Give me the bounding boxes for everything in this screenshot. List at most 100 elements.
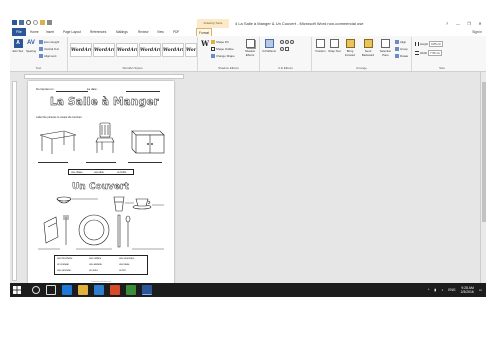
tab-page-layout[interactable]: Page Layout bbox=[63, 28, 81, 36]
position-button[interactable]: Position bbox=[314, 39, 327, 53]
undo-icon[interactable] bbox=[26, 20, 31, 25]
bring-forward-button[interactable]: Bring Forward bbox=[342, 39, 358, 57]
width-field[interactable]: Width 7.56 cm bbox=[415, 50, 443, 56]
height-value[interactable]: 0.85 cm bbox=[429, 41, 444, 47]
spacing-button[interactable]: AV Spacing bbox=[25, 39, 37, 53]
sign-in-link[interactable]: Sign in bbox=[472, 28, 482, 36]
document-area[interactable]: Nom/prénom : La date : La Salle à Manger… bbox=[10, 72, 486, 286]
redo-icon[interactable] bbox=[33, 20, 38, 25]
tilt-left-icon bbox=[290, 40, 294, 44]
minimize-button[interactable]: — bbox=[454, 19, 462, 28]
word-window: Drawing Tools 4 La Salle à Manger & Un C… bbox=[10, 19, 486, 296]
alignment-button[interactable]: Alignment bbox=[39, 54, 56, 58]
toggle-3d-icon bbox=[285, 47, 289, 51]
width-value[interactable]: 7.56 cm bbox=[428, 50, 443, 56]
send-backward-icon bbox=[363, 39, 373, 48]
selection-pane-button[interactable]: Selection Pane bbox=[378, 39, 393, 57]
shape-fill-button[interactable]: Shape Fill bbox=[211, 40, 228, 44]
windows-start-icon[interactable] bbox=[13, 286, 21, 294]
vertical-text-label: Vertical Text bbox=[44, 47, 60, 51]
open-icon[interactable] bbox=[40, 20, 45, 25]
tab-home[interactable]: Home bbox=[30, 28, 39, 36]
3d-group-label: 3-D Effects bbox=[278, 66, 293, 70]
tab-view[interactable]: View bbox=[157, 28, 164, 36]
group-button[interactable]: Group bbox=[395, 47, 408, 51]
help-button[interactable]: ? bbox=[443, 19, 451, 28]
scrollbar-thumb[interactable] bbox=[482, 82, 486, 222]
tilt-buttons[interactable] bbox=[280, 40, 294, 44]
tab-pdf[interactable]: PDF bbox=[173, 28, 179, 36]
tab-review[interactable]: Review bbox=[138, 28, 148, 36]
tab-mailings[interactable]: Mailings bbox=[116, 28, 128, 36]
sideboard-drawing bbox=[131, 130, 165, 154]
wordart-style-5[interactable]: WordArt bbox=[162, 43, 184, 57]
volume-icon[interactable]: ◖ bbox=[441, 283, 443, 297]
clock-date: 2/3/2016 bbox=[460, 290, 474, 294]
edge-browser-icon[interactable] bbox=[62, 285, 72, 295]
task-view-icon[interactable] bbox=[46, 285, 56, 295]
document-page[interactable]: Nom/prénom : La date : La Salle à Manger… bbox=[28, 81, 174, 286]
knife-drawing bbox=[117, 214, 121, 248]
change-shape-label: Change Shape bbox=[216, 54, 235, 58]
word-bol: un bol bbox=[119, 269, 126, 272]
edit-text-button[interactable]: A Edit Text bbox=[12, 39, 24, 53]
3d-effects-button[interactable]: 3-D Effects bbox=[262, 39, 276, 53]
vertical-ruler[interactable] bbox=[12, 81, 17, 281]
wordart-w-button[interactable]: W bbox=[200, 39, 210, 49]
worksheet-title[interactable]: La Salle à Manger bbox=[50, 96, 159, 108]
tab-file[interactable]: File bbox=[12, 28, 26, 36]
vertical-text-button[interactable]: Vertical Text bbox=[39, 47, 59, 51]
word-assiette: une assiette bbox=[89, 263, 102, 266]
alignment-label: Alignment bbox=[44, 54, 57, 58]
wordart-style-6[interactable]: WordArt bbox=[185, 43, 197, 57]
shape-outline-button[interactable]: Shape Outline bbox=[211, 47, 234, 51]
close-button[interactable]: ✕ bbox=[476, 19, 484, 28]
worksheet-subtitle[interactable]: Un Couvert bbox=[72, 182, 129, 192]
position-icon bbox=[316, 39, 325, 48]
clock[interactable]: 9:28 AM 2/3/2016 bbox=[461, 286, 474, 294]
text-group-label: Text bbox=[35, 66, 42, 70]
send-backward-label: Send Backward bbox=[361, 49, 375, 57]
align-button[interactable]: Align bbox=[395, 40, 406, 44]
input-language[interactable]: ENG bbox=[448, 283, 455, 297]
save-icon[interactable] bbox=[19, 20, 24, 25]
tilt-buttons-2[interactable] bbox=[280, 47, 289, 51]
even-height-button[interactable]: Even Height bbox=[39, 40, 59, 44]
store-icon[interactable] bbox=[94, 285, 104, 295]
search-icon[interactable] bbox=[32, 286, 40, 294]
tab-format[interactable]: Format bbox=[196, 28, 213, 36]
rotate-icon bbox=[395, 54, 399, 58]
notification-icon[interactable]: ▭ bbox=[479, 283, 482, 297]
wordart-style-2[interactable]: WordArt bbox=[93, 43, 115, 57]
change-shape-button[interactable]: Change Shape bbox=[211, 54, 235, 58]
shadow-effects-label: Shadow Effects bbox=[244, 49, 256, 57]
word-fourchette: une fourchette bbox=[57, 257, 73, 260]
tab-references[interactable]: References bbox=[90, 28, 106, 36]
tab-insert[interactable]: Insert bbox=[46, 28, 54, 36]
vertical-scrollbar[interactable] bbox=[480, 72, 486, 286]
horizontal-ruler[interactable] bbox=[24, 74, 184, 79]
wordart-style-3[interactable]: WordArt bbox=[116, 43, 138, 57]
wrap-text-label: Wrap Text bbox=[328, 49, 341, 53]
shadow-effects-button[interactable]: Shadow Effects bbox=[242, 39, 258, 57]
drawing-tools-context-label: Drawing Tools bbox=[197, 19, 229, 28]
wrap-text-button[interactable]: Wrap Text bbox=[328, 39, 341, 53]
file-explorer-icon[interactable] bbox=[78, 285, 88, 295]
app-icon-red[interactable] bbox=[110, 285, 120, 295]
print-icon[interactable] bbox=[47, 20, 52, 25]
send-backward-button[interactable]: Send Backward bbox=[360, 39, 376, 57]
height-field[interactable]: Height 0.85 cm bbox=[415, 41, 444, 47]
3d-effects-label: 3-D Effects bbox=[262, 49, 276, 53]
wordart-style-1[interactable]: WordArt bbox=[70, 43, 92, 57]
rotate-button[interactable]: Rotate bbox=[395, 54, 408, 58]
app-icon-green[interactable] bbox=[126, 285, 136, 295]
group-icon bbox=[395, 47, 399, 51]
word-taskbar-icon[interactable] bbox=[142, 285, 152, 295]
tray-chevron-icon[interactable]: ^ bbox=[428, 283, 430, 297]
network-icon[interactable]: ▮ bbox=[434, 283, 436, 297]
system-tray: ^ ▮ ◖ ENG 9:28 AM 2/3/2016 ▭ bbox=[428, 283, 482, 297]
width-icon bbox=[415, 51, 419, 55]
title-bar: Drawing Tools 4 La Salle à Manger & Un C… bbox=[10, 19, 486, 28]
wordart-style-4[interactable]: WordArt bbox=[139, 43, 161, 57]
maximize-button[interactable]: ❐ bbox=[465, 19, 473, 28]
